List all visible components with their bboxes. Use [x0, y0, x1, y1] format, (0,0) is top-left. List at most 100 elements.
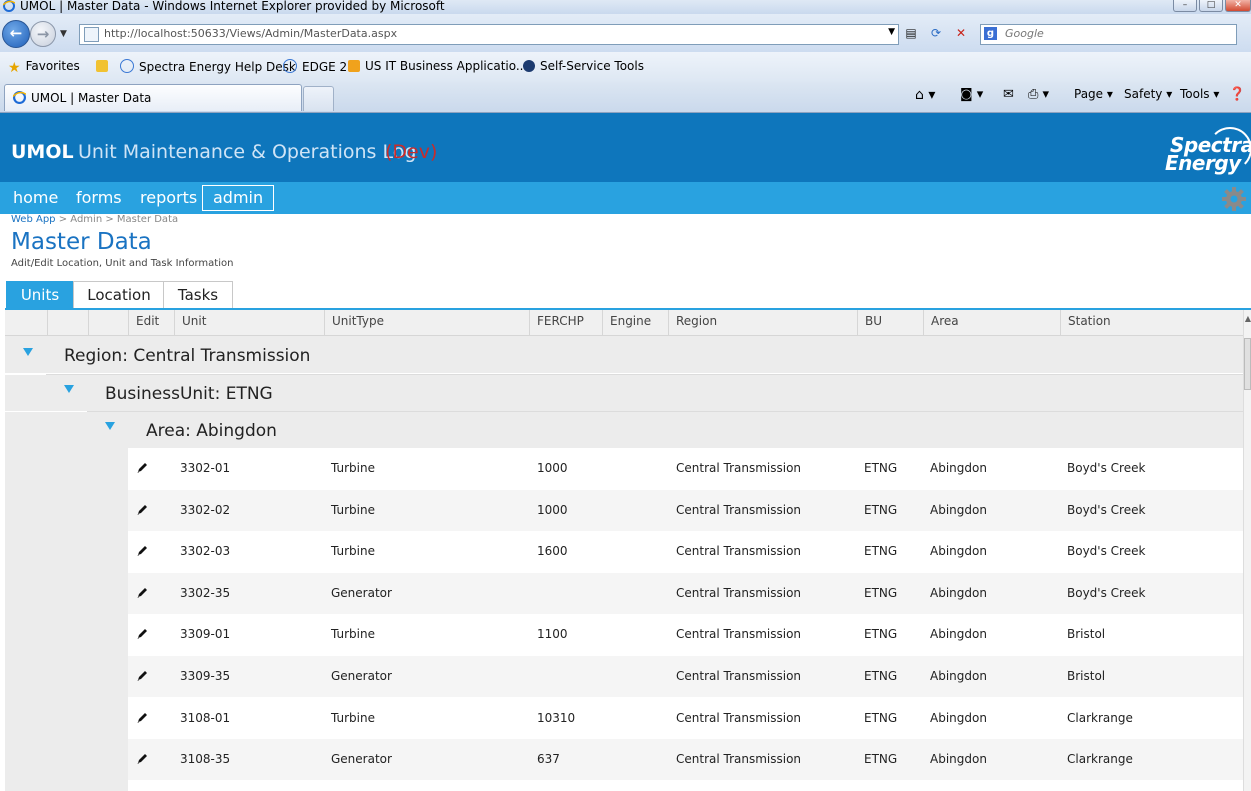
cell-ferchp: 1000 [537, 503, 568, 517]
star-icon: ★ [8, 60, 21, 76]
edit-pencil-icon[interactable] [136, 670, 148, 682]
edit-pencil-icon[interactable] [136, 628, 148, 640]
maximize-button[interactable]: □ [1199, 0, 1223, 12]
group-col-header [5, 310, 47, 335]
favorite-link-helpdesk[interactable]: Spectra Energy Help Desk [120, 59, 296, 74]
col-header-station[interactable]: Station [1060, 310, 1243, 335]
cell-unit: 3302-02 [180, 503, 231, 517]
cell-unittype: Turbine [331, 544, 375, 558]
col-header-region[interactable]: Region [668, 310, 857, 335]
back-button[interactable]: ← [2, 20, 30, 48]
cell-unittype: Generator [331, 752, 392, 766]
new-tab-button[interactable] [303, 86, 334, 111]
feeds-icon[interactable]: ◙ ▾ [960, 87, 983, 102]
cell-area: Abingdon [930, 711, 987, 725]
col-header-bu[interactable]: BU [857, 310, 923, 335]
vertical-scrollbar[interactable]: ▲ [1243, 310, 1251, 791]
tools-menu[interactable]: Tools ▾ [1180, 87, 1219, 101]
recent-pages-dropdown-icon[interactable]: ▼ [60, 29, 67, 39]
col-header-unittype[interactable]: UnitType [324, 310, 529, 335]
region-group-label: Region: Central Transmission [64, 346, 311, 366]
compatibility-view-icon[interactable]: ▤ [899, 24, 923, 43]
col-header-unit[interactable]: Unit [174, 310, 324, 335]
search-input[interactable]: g Google [980, 24, 1237, 45]
cell-unit: 3309-01 [180, 627, 231, 641]
breadcrumb: Web App > Admin > Master Data [11, 214, 179, 225]
environment-label: (Dev) [385, 141, 438, 163]
cell-region: Central Transmission [676, 711, 802, 725]
edit-pencil-icon[interactable] [136, 753, 148, 765]
col-header-engine[interactable]: Engine [602, 310, 668, 335]
edit-pencil-icon[interactable] [136, 504, 148, 516]
area-group-label: Area: Abingdon [146, 421, 277, 441]
scrollbar-thumb[interactable] [1244, 338, 1251, 390]
mail-icon[interactable]: ✉ [1003, 87, 1014, 102]
help-icon[interactable]: ❓ [1229, 87, 1245, 102]
settings-gear-icon[interactable] [1221, 186, 1247, 212]
col-header-ferchp[interactable]: FERCHP [529, 310, 602, 335]
col-header-edit[interactable]: Edit [128, 310, 174, 335]
address-dropdown-icon[interactable]: ▼ [888, 27, 895, 37]
tab-units[interactable]: Units [6, 281, 74, 309]
forward-button[interactable]: → [30, 21, 56, 47]
region-collapse-icon[interactable] [23, 348, 33, 356]
nav-home[interactable]: home [3, 187, 68, 209]
bu-collapse-icon[interactable] [64, 385, 74, 393]
page-title: Master Data [11, 229, 152, 255]
cell-area: Abingdon [930, 627, 987, 641]
cell-bu: ETNG [864, 586, 898, 600]
area-collapse-icon[interactable] [105, 422, 115, 430]
cell-region: Central Transmission [676, 669, 802, 683]
home-icon[interactable]: ⌂ ▾ [915, 87, 935, 103]
cell-station: Bristol [1067, 669, 1106, 683]
address-url[interactable]: http://localhost:50633/Views/Admin/Maste… [104, 27, 397, 40]
app-abbr: UMOL [11, 141, 74, 163]
cell-station: Boyd's Creek [1067, 544, 1146, 558]
favorite-link-self-service[interactable]: Self-Service Tools [523, 59, 644, 73]
address-actions: ▤ ⟳ ✕ [899, 24, 975, 43]
cell-station: Boyd's Creek [1067, 461, 1146, 475]
refresh-icon[interactable]: ⟳ [924, 24, 948, 43]
cell-area: Abingdon [930, 503, 987, 517]
cell-bu: ETNG [864, 503, 898, 517]
cell-unit: 3108-35 [180, 752, 231, 766]
favorites-button[interactable]: ★ Favorites [8, 59, 80, 76]
safety-menu[interactable]: Safety ▾ [1124, 87, 1172, 101]
breadcrumb-web-app[interactable]: Web App [11, 214, 56, 225]
breadcrumb-admin[interactable]: Admin [70, 214, 102, 225]
tab-tasks[interactable]: Tasks [163, 281, 233, 309]
bu-group-label: BusinessUnit: ETNG [105, 384, 273, 404]
page-menu[interactable]: Page ▾ [1074, 87, 1113, 101]
edit-pencil-icon[interactable] [136, 462, 148, 474]
browser-tab-active[interactable]: UMOL | Master Data [4, 84, 302, 111]
nav-admin[interactable]: admin [202, 185, 275, 211]
favorite-link-edge2[interactable]: EDGE 2 [283, 59, 347, 74]
page-icon [84, 27, 99, 42]
ie-logo-icon [13, 91, 26, 104]
cell-region: Central Transmission [676, 586, 802, 600]
cell-unit: 3302-03 [180, 544, 231, 558]
add-favorites-icon[interactable] [96, 59, 113, 73]
edit-pencil-icon[interactable] [136, 712, 148, 724]
cell-area: Abingdon [930, 586, 987, 600]
cell-station: Clarkrange [1067, 711, 1133, 725]
cell-ferchp: 10310 [537, 711, 576, 725]
address-input[interactable]: http://localhost:50633/Views/Admin/Maste… [79, 24, 899, 45]
col-header-area[interactable]: Area [923, 310, 1060, 335]
cell-unittype: Turbine [331, 461, 375, 475]
close-window-button[interactable]: ✕ [1225, 0, 1251, 12]
print-icon[interactable]: ⎙ ▾ [1028, 87, 1049, 102]
nav-forms[interactable]: forms [66, 187, 132, 209]
stop-icon[interactable]: ✕ [949, 24, 973, 43]
edit-pencil-icon[interactable] [136, 587, 148, 599]
minimize-button[interactable]: – [1173, 0, 1197, 12]
address-bar-area: ← → ▼ http://localhost:50633/Views/Admin… [0, 14, 1251, 52]
favorite-link-us-it[interactable]: US IT Business Applicatio... [348, 59, 527, 73]
company-logo: Spectra Energy [1160, 127, 1251, 177]
cell-area: Abingdon [930, 544, 987, 558]
nav-reports[interactable]: reports [130, 187, 207, 209]
ie-page-icon [283, 59, 297, 73]
scroll-up-icon[interactable]: ▲ [1244, 314, 1251, 323]
edit-pencil-icon[interactable] [136, 545, 148, 557]
tab-location[interactable]: Location [73, 281, 165, 309]
